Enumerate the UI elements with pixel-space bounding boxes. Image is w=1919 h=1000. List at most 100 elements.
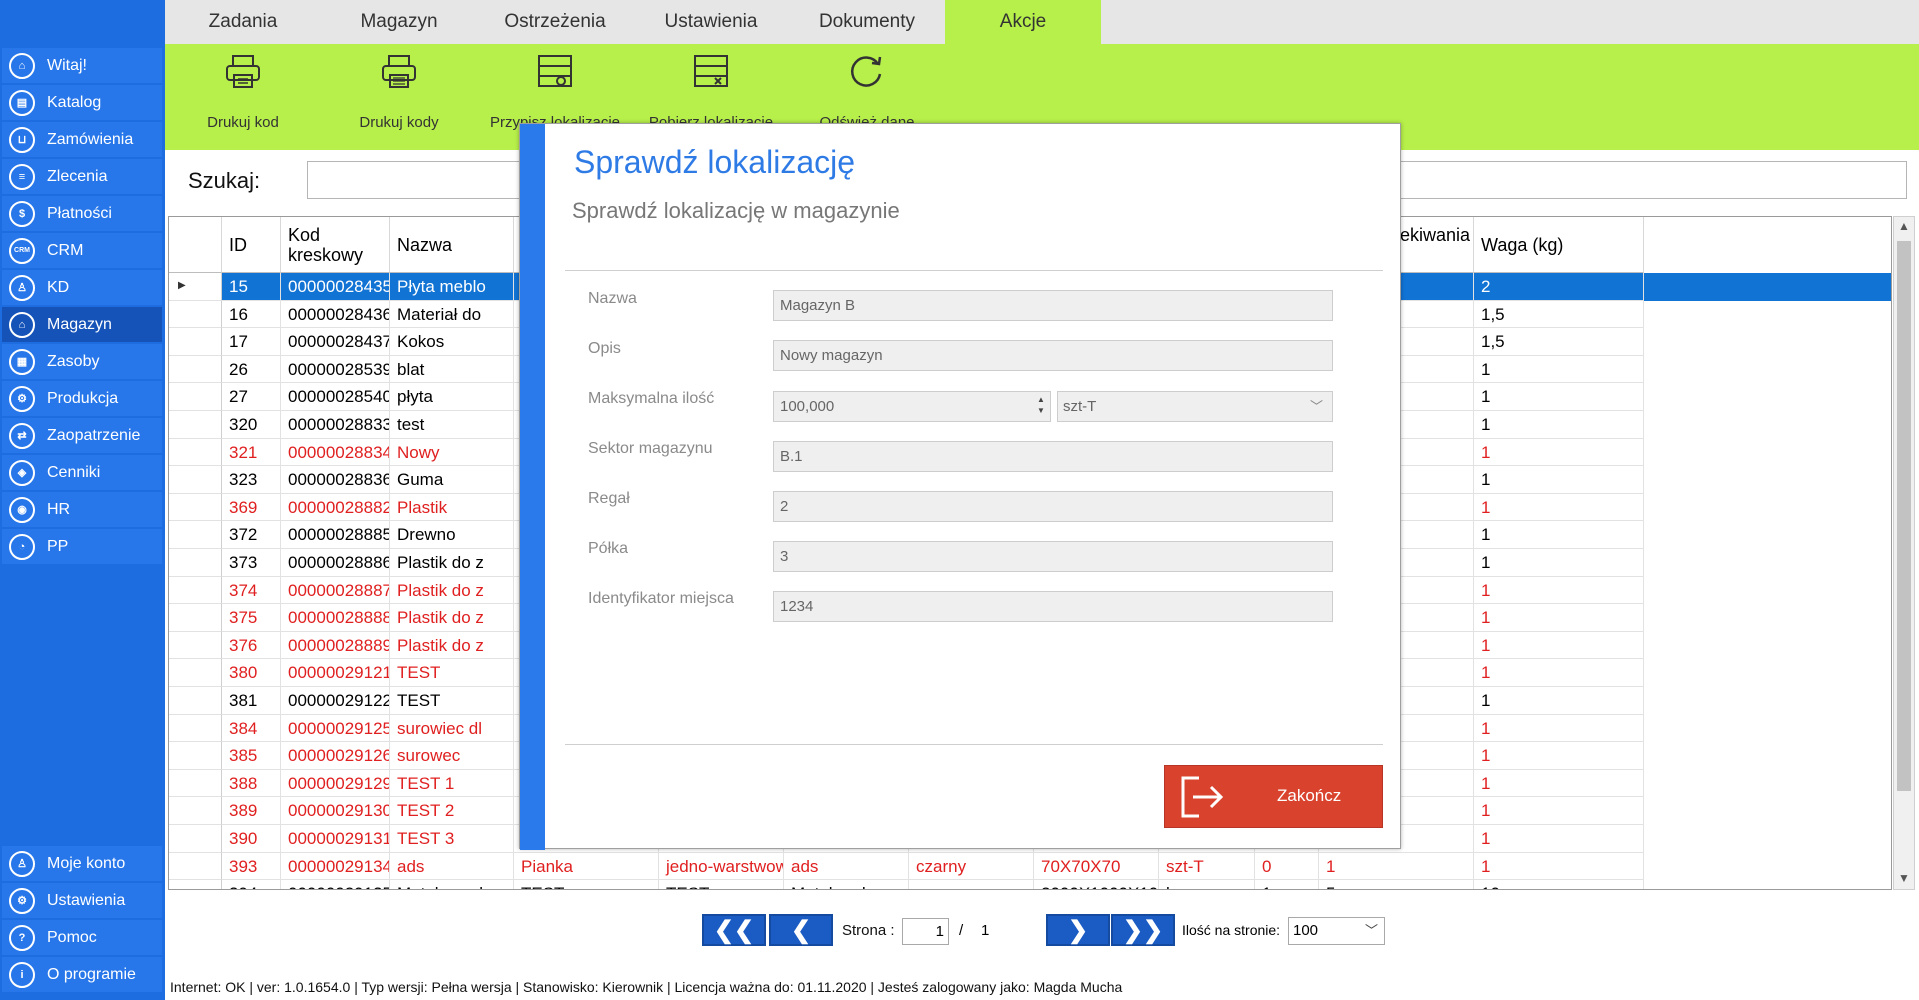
table-cell: 5: [1319, 880, 1474, 889]
settings-icon: ⚙: [9, 887, 35, 914]
row-header[interactable]: [169, 880, 222, 889]
row-header[interactable]: [169, 797, 222, 825]
tab-zadania[interactable]: Zadania: [165, 0, 321, 44]
sidebar-item-witaj-[interactable]: ⌂ Witaj!: [2, 48, 162, 83]
row-header[interactable]: [169, 659, 222, 687]
sidebar-item-o-programie[interactable]: i O programie: [2, 957, 162, 992]
sidebar-item-zlecenia[interactable]: ≡ Zlecenia: [2, 159, 162, 194]
row-header[interactable]: [169, 742, 222, 770]
row-header[interactable]: [169, 411, 222, 439]
tab-akcje[interactable]: Akcje: [945, 0, 1101, 44]
row-header[interactable]: [169, 300, 222, 329]
row-header[interactable]: ▶: [169, 273, 222, 301]
unit-select[interactable]: szt-T ﹀: [1057, 391, 1333, 422]
row-header[interactable]: [169, 852, 222, 881]
table-cell: 1: [1474, 549, 1644, 577]
table-cell: 323: [222, 466, 281, 494]
column-header[interactable]: Waga (kg): [1474, 217, 1644, 273]
row-header[interactable]: [169, 714, 222, 743]
sidebar-item-cenniki[interactable]: ◈ Cenniki: [2, 455, 162, 490]
finish-button[interactable]: Zakończ: [1164, 765, 1383, 828]
row-header[interactable]: [169, 687, 222, 715]
sidebar-item-kd[interactable]: ♙ KD: [2, 270, 162, 305]
sidebar-item-pomoc[interactable]: ? Pomoc: [2, 920, 162, 955]
row-header[interactable]: [169, 521, 222, 549]
spinner-arrows-icon[interactable]: ▲ ▼: [1034, 394, 1048, 419]
tab-magazyn[interactable]: Magazyn: [321, 0, 477, 44]
scroll-down-icon[interactable]: ▼: [1898, 871, 1910, 885]
table-cell: Plastik: [390, 493, 514, 522]
row-header[interactable]: [169, 328, 222, 356]
table-cell: Kokos: [390, 328, 514, 356]
column-header[interactable]: Kod kreskowy: [281, 217, 390, 273]
row-header[interactable]: [169, 493, 222, 522]
sidebar-item-pp[interactable]: ◔ PP: [2, 529, 162, 564]
name-field[interactable]: Magazyn B: [773, 290, 1333, 321]
column-header[interactable]: ID: [222, 217, 281, 273]
sector-field[interactable]: B.1: [773, 441, 1333, 472]
rack-field[interactable]: 2: [773, 491, 1333, 522]
row-header[interactable]: [169, 576, 222, 605]
row-header[interactable]: [169, 438, 222, 467]
print-codes-button[interactable]: Drukuj kody: [321, 44, 477, 150]
last-page-button[interactable]: ❯❯: [1111, 914, 1175, 946]
sidebar-item-moje-konto[interactable]: ♙ Moje konto: [2, 846, 162, 881]
table-row[interactable]: 394000000291354Metal ocynkowTESTTESTMeta…: [169, 880, 1891, 889]
row-header[interactable]: [169, 631, 222, 660]
row-header[interactable]: [169, 549, 222, 577]
table-cell: 1: [1474, 714, 1644, 743]
scrollbar-thumb[interactable]: [1897, 241, 1911, 791]
sidebar-item-zasoby[interactable]: ▦ Zasoby: [2, 344, 162, 379]
table-cell: 000000288347: [281, 438, 390, 467]
per-page-select[interactable]: 100 ﹀: [1288, 917, 1385, 945]
table-cell: 372: [222, 521, 281, 549]
first-page-button[interactable]: ❮❮: [702, 914, 766, 946]
print-code-button[interactable]: Drukuj kod: [165, 44, 321, 150]
print-code-label: Drukuj kod: [207, 114, 279, 131]
row-header[interactable]: [169, 825, 222, 853]
row-header[interactable]: [169, 355, 222, 384]
table-cell: surowiec dl: [390, 714, 514, 743]
tab-dokumenty[interactable]: Dokumenty: [789, 0, 945, 44]
assign-location-icon: [538, 55, 572, 87]
place-id-field[interactable]: 1234: [773, 591, 1333, 622]
tab-ustawienia[interactable]: Ustawienia: [633, 0, 789, 44]
book-icon: ▤: [9, 89, 35, 116]
row-header[interactable]: [169, 383, 222, 411]
row-header[interactable]: [169, 769, 222, 798]
sidebar-item-produkcja[interactable]: ⚙ Produkcja: [2, 381, 162, 416]
shelf-field[interactable]: 3: [773, 541, 1333, 572]
sidebar-item-label: Zamówienia: [47, 130, 134, 148]
sidebar-item-crm[interactable]: CRM CRM: [2, 233, 162, 268]
sidebar-item-label: HR: [47, 500, 71, 518]
table-cell: 000000284370: [281, 328, 390, 356]
table-cell: 1: [1474, 576, 1644, 605]
table-cell: 1,5: [1474, 300, 1644, 329]
page-number-input[interactable]: [902, 918, 949, 945]
table-scrollbar[interactable]: ▲ ▼: [1893, 216, 1915, 890]
tab-ostrzezenia[interactable]: Ostrzeżenia: [477, 0, 633, 44]
column-header[interactable]: Nazwa: [390, 217, 514, 273]
sidebar-item-katalog[interactable]: ▤ Katalog: [2, 85, 162, 120]
sidebar-item-zamówienia[interactable]: ⊔ Zamówienia: [2, 122, 162, 157]
sidebar-item-płatności[interactable]: $ Płatności: [2, 196, 162, 231]
next-page-button[interactable]: ❯: [1046, 914, 1110, 946]
table-cell: 393: [222, 852, 281, 881]
table-cell: TEST 1: [390, 769, 514, 798]
table-cell: 000000288897: [281, 631, 390, 660]
table-row[interactable]: 393000000291347adsPiankajedno-warstwowya…: [169, 852, 1891, 881]
sidebar-item-ustawienia[interactable]: ⚙ Ustawienia: [2, 883, 162, 918]
scroll-up-icon[interactable]: ▲: [1898, 219, 1910, 233]
prev-page-button[interactable]: ❮: [769, 914, 833, 946]
description-field[interactable]: Nowy magazyn: [773, 340, 1333, 371]
sidebar-item-label: Płatności: [47, 204, 112, 222]
sidebar-item-hr[interactable]: ◉ HR: [2, 492, 162, 527]
max-quantity-stepper[interactable]: 100,000 ▲ ▼: [773, 391, 1051, 422]
sidebar-item-zaopatrzenie[interactable]: ⇄ Zaopatrzenie: [2, 418, 162, 453]
dialog-subtitle: Sprawdź lokalizację w magazynie: [572, 198, 900, 223]
table-cell: 0: [1255, 852, 1319, 881]
sidebar-item-label: Katalog: [47, 93, 102, 111]
sidebar-item-magazyn[interactable]: ⌂ Magazyn: [2, 307, 162, 342]
row-header[interactable]: [169, 604, 222, 632]
row-header[interactable]: [169, 466, 222, 494]
